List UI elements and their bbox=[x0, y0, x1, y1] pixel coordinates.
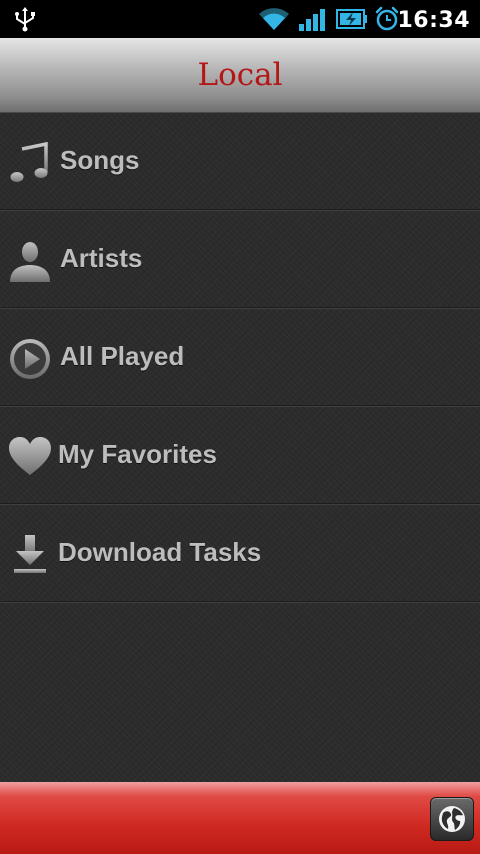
menu-item-artists[interactable]: Artists bbox=[0, 211, 480, 309]
menu-item-songs[interactable]: Songs bbox=[0, 113, 480, 211]
globe-icon bbox=[439, 806, 465, 832]
play-circle-icon bbox=[10, 339, 50, 379]
title-bar: Local bbox=[0, 38, 480, 113]
page-title: Local bbox=[197, 57, 283, 93]
menu-item-label: Download Tasks bbox=[58, 537, 262, 567]
person-icon bbox=[10, 242, 50, 282]
menu-item-label: My Favorites bbox=[58, 439, 217, 469]
heart-icon bbox=[9, 437, 51, 475]
menu-item-download-tasks[interactable]: Download Tasks bbox=[0, 505, 480, 603]
wifi-icon bbox=[259, 8, 289, 30]
menu-item-label: Artists bbox=[60, 243, 143, 273]
usb-icon bbox=[15, 7, 35, 32]
globe-button[interactable] bbox=[430, 797, 474, 841]
signal-icon bbox=[299, 9, 325, 31]
status-bar: 16:34 bbox=[0, 0, 480, 38]
battery-charging-icon bbox=[336, 9, 367, 29]
local-menu-list: Songs Artists All Played My Favorites Do… bbox=[0, 113, 480, 782]
menu-item-my-favorites[interactable]: My Favorites bbox=[0, 407, 480, 505]
menu-item-all-played[interactable]: All Played bbox=[0, 309, 480, 407]
bottom-bar bbox=[0, 782, 480, 854]
menu-item-label: Songs bbox=[60, 145, 140, 175]
music-note-icon bbox=[10, 141, 48, 182]
menu-item-label: All Played bbox=[60, 341, 185, 371]
status-clock: 16:34 bbox=[397, 8, 470, 33]
download-icon bbox=[14, 535, 46, 573]
alarm-clock-icon bbox=[375, 6, 399, 31]
